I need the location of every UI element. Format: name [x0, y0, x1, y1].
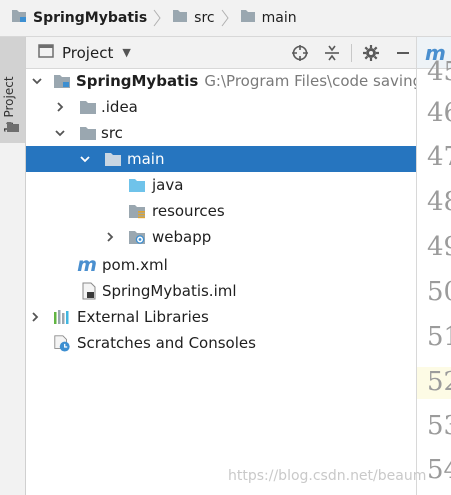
tree-item-java[interactable]: java: [26, 172, 416, 198]
module-folder-icon: [11, 9, 27, 27]
chevron-down-icon[interactable]: [31, 75, 43, 87]
line-number: 45: [427, 57, 451, 87]
project-view-selector[interactable]: Project ▼: [38, 43, 131, 63]
source-folder-icon: [128, 176, 146, 194]
chevron-right-icon[interactable]: [54, 101, 66, 113]
panel-actions: [281, 37, 416, 68]
panel-title: Project: [62, 43, 114, 62]
tree-item-src[interactable]: src: [26, 120, 416, 146]
tool-window-stripe: 1: Project: [0, 37, 26, 495]
project-icon: [38, 43, 54, 63]
minimize-icon[interactable]: [390, 40, 416, 66]
editor-area: m 45 46 47 48 49 50 51 52 53 54: [416, 37, 451, 495]
maven-icon: m: [77, 254, 97, 276]
breadcrumb-item-src[interactable]: src: [162, 0, 215, 36]
breadcrumb-separator-icon: [221, 9, 229, 27]
scratches-icon: [53, 334, 71, 352]
tree-item-label: pom.xml: [102, 256, 168, 274]
line-number: 51: [427, 322, 451, 352]
tree-item-pom-xml[interactable]: m pom.xml: [26, 252, 416, 278]
line-number: 54: [427, 455, 451, 485]
folder-icon: [172, 9, 188, 27]
tree-item-label: java: [152, 176, 184, 194]
line-number: 50: [427, 277, 451, 307]
tree-item-label: External Libraries: [77, 308, 209, 326]
chevron-right-icon[interactable]: [29, 311, 41, 323]
locate-icon[interactable]: [287, 40, 313, 66]
tree-item-label: webapp: [152, 228, 212, 246]
tree-item-label: src: [101, 124, 123, 142]
tree-item-label: resources: [152, 202, 225, 220]
tree-item-path: G:\Program Files\code saving\I: [204, 72, 432, 90]
project-panel: Project ▼ SpringMybatis G:\Program Files…: [26, 37, 432, 495]
breadcrumb-label: src: [194, 10, 215, 26]
folder-icon: [79, 98, 97, 116]
module-folder-icon: [53, 72, 71, 90]
breadcrumb-item-main[interactable]: main: [230, 0, 297, 36]
tree-item-scratches[interactable]: Scratches and Consoles: [26, 330, 416, 356]
tree-item-label: SpringMybatis.iml: [102, 282, 237, 300]
tree-item-label: .idea: [101, 98, 138, 116]
line-number: 49: [427, 232, 451, 262]
tree-item-external-libraries[interactable]: External Libraries: [26, 304, 416, 330]
breadcrumb-item-project[interactable]: SpringMybatis: [0, 0, 147, 36]
folder-icon: [104, 150, 122, 168]
line-number: 46: [427, 98, 451, 128]
chevron-down-icon[interactable]: ▼: [122, 46, 130, 59]
folder-icon: [6, 118, 20, 137]
folder-icon: [79, 124, 97, 142]
line-number: 52: [427, 367, 451, 397]
module-file-icon: [80, 282, 98, 300]
tree-item-label: SpringMybatis G:\Program Files\code savin…: [76, 72, 432, 90]
tree-item-idea[interactable]: .idea: [26, 94, 416, 120]
tree-item-label: Scratches and Consoles: [77, 334, 256, 352]
toolbar-divider: [351, 43, 352, 62]
tree-item-main[interactable]: main: [26, 146, 416, 172]
chevron-right-icon[interactable]: [104, 231, 116, 243]
chevron-down-icon[interactable]: [54, 127, 66, 139]
resources-folder-icon: [128, 202, 146, 220]
tree-item-label: main: [127, 150, 165, 168]
breadcrumb-label: SpringMybatis: [33, 10, 148, 26]
breadcrumb-separator-icon: [153, 9, 161, 27]
tree-item-springmybatis[interactable]: SpringMybatis G:\Program Files\code savin…: [26, 68, 432, 94]
tree-item-webapp[interactable]: webapp: [26, 224, 416, 250]
breadcrumb-label: main: [261, 10, 297, 26]
project-panel-header: Project ▼: [26, 37, 416, 69]
tree-item-resources[interactable]: resources: [26, 198, 416, 224]
line-number: 48: [427, 187, 451, 217]
project-tool-button[interactable]: 1: Project: [0, 37, 25, 143]
gear-icon[interactable]: [358, 40, 384, 66]
library-icon: [52, 308, 70, 326]
tree-item-iml[interactable]: SpringMybatis.iml: [26, 278, 416, 304]
folder-icon: [240, 9, 256, 27]
line-number: 53: [427, 411, 451, 441]
web-folder-icon: [128, 228, 146, 246]
chevron-down-icon[interactable]: [79, 153, 91, 165]
line-number: 47: [427, 142, 451, 172]
breadcrumb: SpringMybatis src main: [0, 0, 451, 37]
collapse-all-icon[interactable]: [319, 40, 345, 66]
